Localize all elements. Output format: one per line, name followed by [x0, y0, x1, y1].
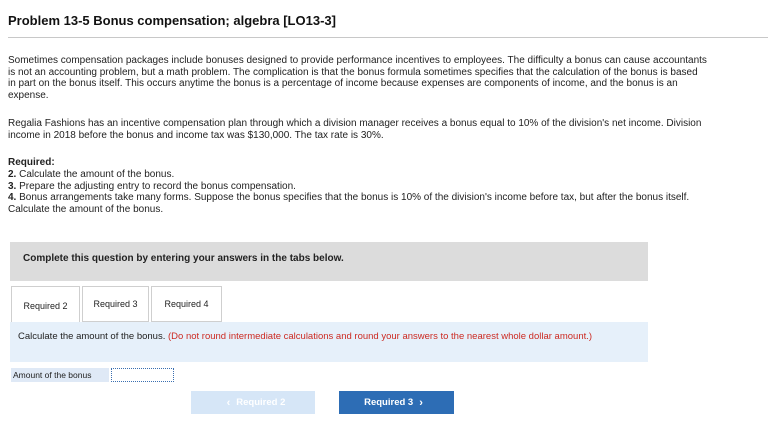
- required-item-text: Bonus arrangements take many forms. Supp…: [8, 192, 690, 216]
- next-tab-button[interactable]: Required 3 ›: [339, 391, 454, 414]
- required-item: 3. Prepare the adjusting entry to record…: [8, 181, 708, 193]
- required-item-number: 2.: [8, 168, 17, 180]
- instruction-note: (Do not round intermediate calculations …: [168, 331, 593, 342]
- title-divider: [8, 37, 768, 38]
- scenario-paragraph: Regalia Fashions has an incentive compen…: [8, 118, 702, 141]
- tab-panel: Calculate the amount of the bonus. (Do n…: [10, 322, 648, 362]
- prev-button-label: Required 2: [236, 397, 286, 408]
- required-heading: Required:: [8, 157, 55, 168]
- tab-bar: Required 2 Required 3 Required 4: [11, 286, 224, 324]
- required-item-number: 3.: [8, 180, 17, 192]
- prev-tab-button[interactable]: ‹ Required 2: [191, 391, 315, 414]
- banner-text: Complete this question by entering your …: [23, 253, 344, 264]
- instruction-main: Calculate the amount of the bonus.: [18, 331, 166, 342]
- bonus-amount-input[interactable]: [111, 368, 174, 382]
- required-item: 4. Bonus arrangements take many forms. S…: [8, 192, 708, 216]
- bonus-amount-label: Amount of the bonus: [11, 368, 109, 382]
- tab-required-2[interactable]: Required 2: [11, 286, 80, 324]
- instructions-banner: Complete this question by entering your …: [10, 242, 648, 281]
- panel-instructions: Calculate the amount of the bonus. (Do n…: [18, 331, 638, 343]
- required-item-text: Calculate the amount of the bonus.: [19, 168, 175, 180]
- page-title: Problem 13-5 Bonus compensation; algebra…: [8, 13, 336, 28]
- required-item-number: 4.: [8, 192, 17, 204]
- required-item: 2. Calculate the amount of the bonus.: [8, 169, 708, 181]
- required-item-text: Prepare the adjusting entry to record th…: [19, 180, 296, 192]
- tab-required-3[interactable]: Required 3: [82, 286, 149, 322]
- chevron-left-icon: ‹: [226, 396, 231, 409]
- chevron-right-icon: ›: [419, 396, 423, 409]
- intro-paragraph: Sometimes compensation packages include …: [8, 55, 707, 101]
- next-button-label: Required 3: [364, 397, 414, 408]
- required-section: Required: 2. Calculate the amount of the…: [8, 157, 708, 216]
- tab-required-4[interactable]: Required 4: [151, 286, 222, 322]
